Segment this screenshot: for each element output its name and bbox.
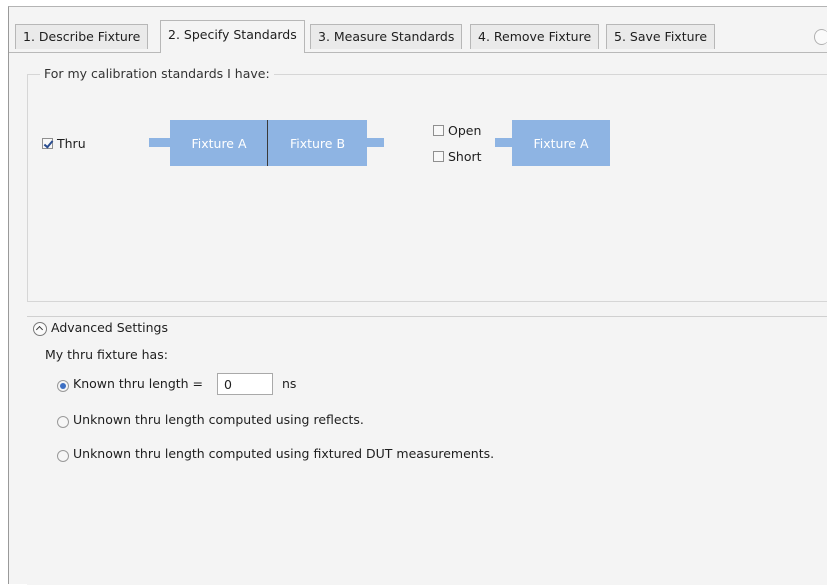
calibration-standards-title: For my calibration standards I have:: [40, 66, 274, 81]
unknown-reflects-radio[interactable]: [57, 416, 69, 428]
short-checkbox[interactable]: Short: [433, 149, 482, 164]
calibration-standards-group: [27, 74, 827, 302]
short-label: Short: [448, 149, 482, 164]
tab-remove-fixture[interactable]: 4. Remove Fixture: [470, 24, 600, 49]
known-length-radio[interactable]: [57, 380, 69, 392]
thru-length-input[interactable]: [217, 373, 273, 395]
collapse-chevron-icon[interactable]: [33, 322, 47, 336]
tab-measure-standards[interactable]: 3. Measure Standards: [310, 24, 463, 49]
unknown-dut-radio[interactable]: [57, 450, 69, 462]
thru-checkbox-box[interactable]: [42, 138, 53, 149]
open-checkbox-box[interactable]: [433, 125, 444, 136]
unknown-reflects-label: Unknown thru length computed using refle…: [73, 412, 364, 427]
thru-fixture-subtitle: My thru fixture has:: [45, 347, 168, 362]
advanced-settings-title[interactable]: Advanced Settings: [51, 320, 168, 335]
thru-right-port: [365, 138, 384, 147]
help-icon[interactable]: [814, 29, 827, 45]
thru-fixture-b: Fixture B: [268, 120, 367, 166]
open-label: Open: [448, 123, 482, 138]
reflect-fixture-a: Fixture A: [512, 120, 610, 166]
tab-save-fixture[interactable]: 5. Save Fixture: [606, 24, 716, 49]
thru-checkbox[interactable]: Thru: [42, 136, 86, 151]
tab-strip-divider: [9, 52, 827, 53]
tab-specify-standards[interactable]: 2. Specify Standards: [160, 20, 305, 53]
open-checkbox[interactable]: Open: [433, 123, 481, 138]
thru-fixture-a: Fixture A: [170, 120, 268, 166]
unknown-dut-label: Unknown thru length computed using fixtu…: [73, 446, 495, 461]
thru-label: Thru: [57, 136, 86, 151]
length-unit-label: ns: [282, 376, 297, 391]
tab-describe-fixture[interactable]: 1. Describe Fixture: [15, 24, 149, 49]
short-checkbox-box[interactable]: [433, 151, 444, 162]
known-length-label: Known thru length =: [73, 376, 204, 391]
